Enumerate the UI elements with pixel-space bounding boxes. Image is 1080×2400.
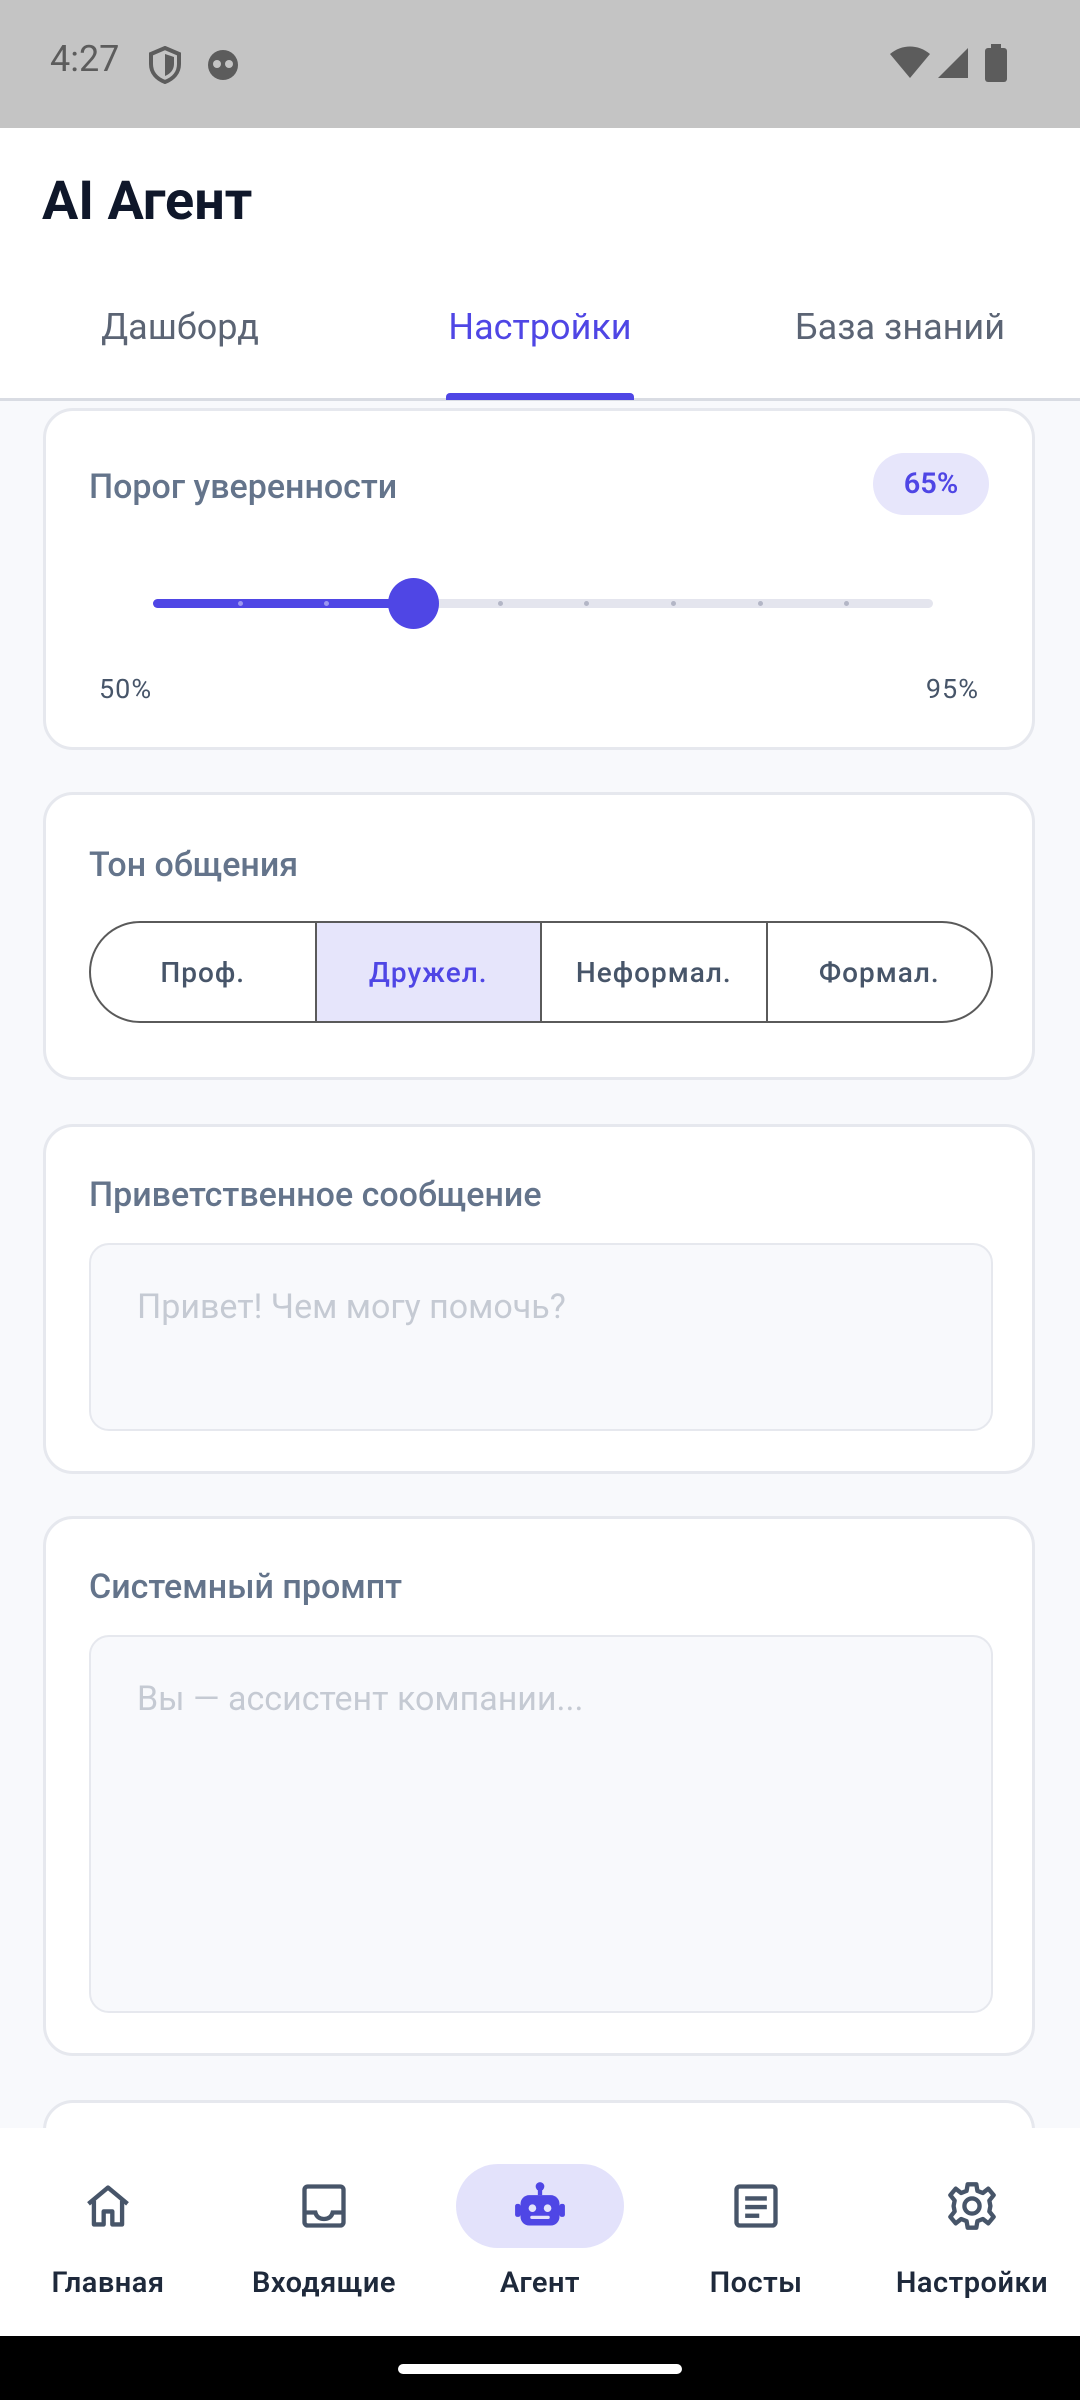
system-prompt-placeholder: Вы — ассистент компании... <box>137 1679 584 1719</box>
shield-icon <box>149 46 181 84</box>
tone-card: Тон общения Проф. Дружел. Неформал. Форм… <box>43 792 1035 1080</box>
home-icon <box>87 2185 129 2227</box>
greeting-card: Приветственное сообщение Привет! Чем мог… <box>43 1124 1035 1474</box>
greeting-input[interactable]: Привет! Чем могу помочь? <box>89 1243 993 1431</box>
nav-inbox[interactable]: Входящие <box>200 2128 416 2336</box>
tone-label: Тон общения <box>89 845 299 885</box>
status-bar: 4:27 <box>0 0 1080 128</box>
slider-step-dot <box>498 601 503 606</box>
slider-step-dot <box>758 601 763 606</box>
confidence-label: Порог уверенности <box>89 467 398 507</box>
tab-knowledge-base[interactable]: База знаний <box>735 306 1065 348</box>
slider-step-dot <box>844 601 849 606</box>
system-prompt-label: Системный промпт <box>89 1567 403 1607</box>
greeting-placeholder: Привет! Чем могу помочь? <box>137 1287 566 1327</box>
system-gesture-bar <box>0 2336 1080 2400</box>
bottom-navigation: Главная Входящие Агент Посты Настройки <box>0 2128 1080 2336</box>
tab-dashboard[interactable]: Дашборд <box>15 306 345 348</box>
nav-home-label: Главная <box>51 2266 165 2300</box>
slider-max-label: 95% <box>925 673 979 705</box>
nav-settings[interactable]: Настройки <box>848 2128 1064 2336</box>
gear-icon <box>948 2182 996 2230</box>
tab-settings[interactable]: Настройки <box>375 306 705 348</box>
nav-home[interactable]: Главная <box>0 2128 200 2336</box>
slider-fill <box>153 599 413 608</box>
system-prompt-card: Системный промпт Вы — ассистент компании… <box>43 1516 1035 2056</box>
nav-agent-label: Агент <box>499 2266 581 2300</box>
robot-icon <box>515 2182 565 2226</box>
slider-step-dot <box>238 601 243 606</box>
inbox-icon <box>302 2184 346 2228</box>
home-gesture-handle[interactable] <box>398 2364 682 2374</box>
page-title: AI Агент <box>42 170 253 233</box>
nav-agent[interactable]: Агент <box>416 2128 632 2336</box>
system-prompt-input[interactable]: Вы — ассистент компании... <box>89 1635 993 2013</box>
confidence-card: Порог уверенности 65% 50% 95% <box>43 408 1035 750</box>
nav-inbox-label: Входящие <box>251 2266 397 2300</box>
status-time: 4:27 <box>50 38 120 80</box>
slider-step-dot <box>671 601 676 606</box>
signal-icon <box>938 48 968 78</box>
article-icon <box>734 2184 778 2228</box>
slider-min-label: 50% <box>99 673 153 705</box>
slider-step-dot <box>584 601 589 606</box>
battery-icon <box>985 44 1007 82</box>
tone-option-formal[interactable]: Формал. <box>768 923 992 1021</box>
tone-option-informal[interactable]: Неформал. <box>542 923 768 1021</box>
confidence-slider[interactable] <box>153 578 933 629</box>
slider-thumb[interactable] <box>388 578 439 629</box>
slider-step-dot <box>324 601 329 606</box>
tone-selector: Проф. Дружел. Неформал. Формал. <box>89 921 993 1023</box>
greeting-label: Приветственное сообщение <box>89 1175 542 1215</box>
notification-robot-icon <box>208 50 238 80</box>
app-header: AI Агент Дашборд Настройки База знаний <box>0 128 1080 401</box>
confidence-value-badge: 65% <box>873 453 989 515</box>
nav-settings-label: Настройки <box>895 2266 1049 2300</box>
nav-posts-label: Посты <box>709 2266 803 2300</box>
active-tab-indicator <box>446 393 634 400</box>
wifi-icon <box>890 46 930 78</box>
tone-option-friendly[interactable]: Дружел. <box>316 923 542 1021</box>
tone-option-professional[interactable]: Проф. <box>91 923 317 1021</box>
nav-posts[interactable]: Посты <box>632 2128 848 2336</box>
